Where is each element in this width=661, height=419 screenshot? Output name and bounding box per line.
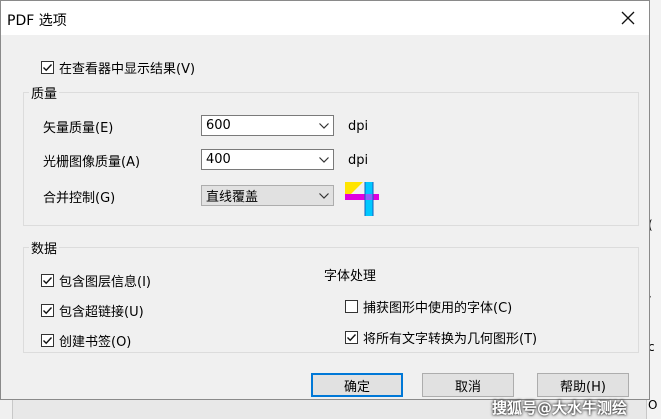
capture-fonts-checkbox[interactable]: 捕获图形中使用的字体(C) (345, 297, 512, 316)
data-group-title: 数据 (29, 238, 60, 257)
include-layers-label: 包含图层信息(I) (59, 275, 151, 290)
chevron-down-icon (315, 192, 333, 199)
quality-group-title: 质量 (29, 83, 60, 102)
convert-text-label: 将所有文字转换为几何图形(T) (363, 332, 538, 347)
cancel-button[interactable]: 取消 (422, 373, 514, 397)
dialog-title: PDF 选项 (7, 13, 67, 29)
merge-control-label: 合并控制(G) (43, 191, 116, 206)
vector-quality-value: 600 (206, 118, 231, 133)
title-bar: PDF 选项 (1, 1, 649, 35)
close-icon[interactable] (615, 5, 641, 31)
raster-quality-select[interactable]: 400 (201, 149, 334, 170)
checkbox-box[interactable] (41, 274, 54, 287)
chevron-down-icon (315, 122, 333, 129)
checkbox-box[interactable] (345, 331, 358, 344)
checkbox-box[interactable] (41, 61, 54, 74)
checkbox-box[interactable] (345, 300, 358, 313)
create-bookmarks-label: 创建书签(O) (59, 335, 132, 350)
vector-quality-label: 矢量质量(E) (43, 121, 114, 136)
raster-quality-label: 光栅图像质量(A) (43, 155, 141, 170)
checkmark-icon (347, 334, 357, 342)
include-links-label: 包含超链接(U) (59, 305, 144, 320)
raster-quality-value: 400 (206, 152, 231, 167)
line-overlap-preview-icon (343, 180, 381, 218)
vector-quality-select[interactable]: 600 (201, 115, 334, 136)
chevron-down-icon (315, 156, 333, 163)
show-results-checkbox[interactable]: 在查看器中显示结果(V) (41, 58, 195, 77)
show-results-label: 在查看器中显示结果(V) (59, 62, 196, 77)
checkmark-icon (43, 277, 53, 285)
bg-fragment: O (648, 398, 658, 412)
ok-button[interactable]: 确定 (311, 373, 403, 397)
checkmark-icon (43, 64, 53, 72)
vector-quality-unit: dpi (348, 119, 369, 134)
create-bookmarks-checkbox[interactable]: 创建书签(O) (41, 331, 131, 350)
merge-control-select[interactable]: 直线覆盖 (201, 185, 334, 206)
help-button[interactable]: 帮助(H) (537, 373, 629, 397)
merge-control-value: 直线覆盖 (206, 190, 259, 205)
checkmark-icon (43, 337, 53, 345)
dialog-body: 在查看器中显示结果(V) 质量 矢量质量(E) 600 dpi 光栅图像质量(A… (1, 35, 649, 399)
checkbox-box[interactable] (41, 304, 54, 317)
include-layers-checkbox[interactable]: 包含图层信息(I) (41, 271, 151, 290)
watermark: 搜狐号@大水牛测绘 (491, 399, 627, 417)
checkmark-icon (43, 307, 53, 315)
include-links-checkbox[interactable]: 包含超链接(U) (41, 301, 144, 320)
capture-fonts-label: 捕获图形中使用的字体(C) (363, 301, 513, 316)
font-handling-title: 字体处理 (324, 269, 377, 284)
checkbox-box[interactable] (41, 334, 54, 347)
pdf-options-dialog: PDF 选项 在查看器中显示结果(V) 质量 矢量质量(E) 600 dpi 光… (0, 0, 650, 400)
raster-quality-unit: dpi (348, 153, 369, 168)
convert-text-checkbox[interactable]: 将所有文字转换为几何图形(T) (345, 328, 537, 347)
